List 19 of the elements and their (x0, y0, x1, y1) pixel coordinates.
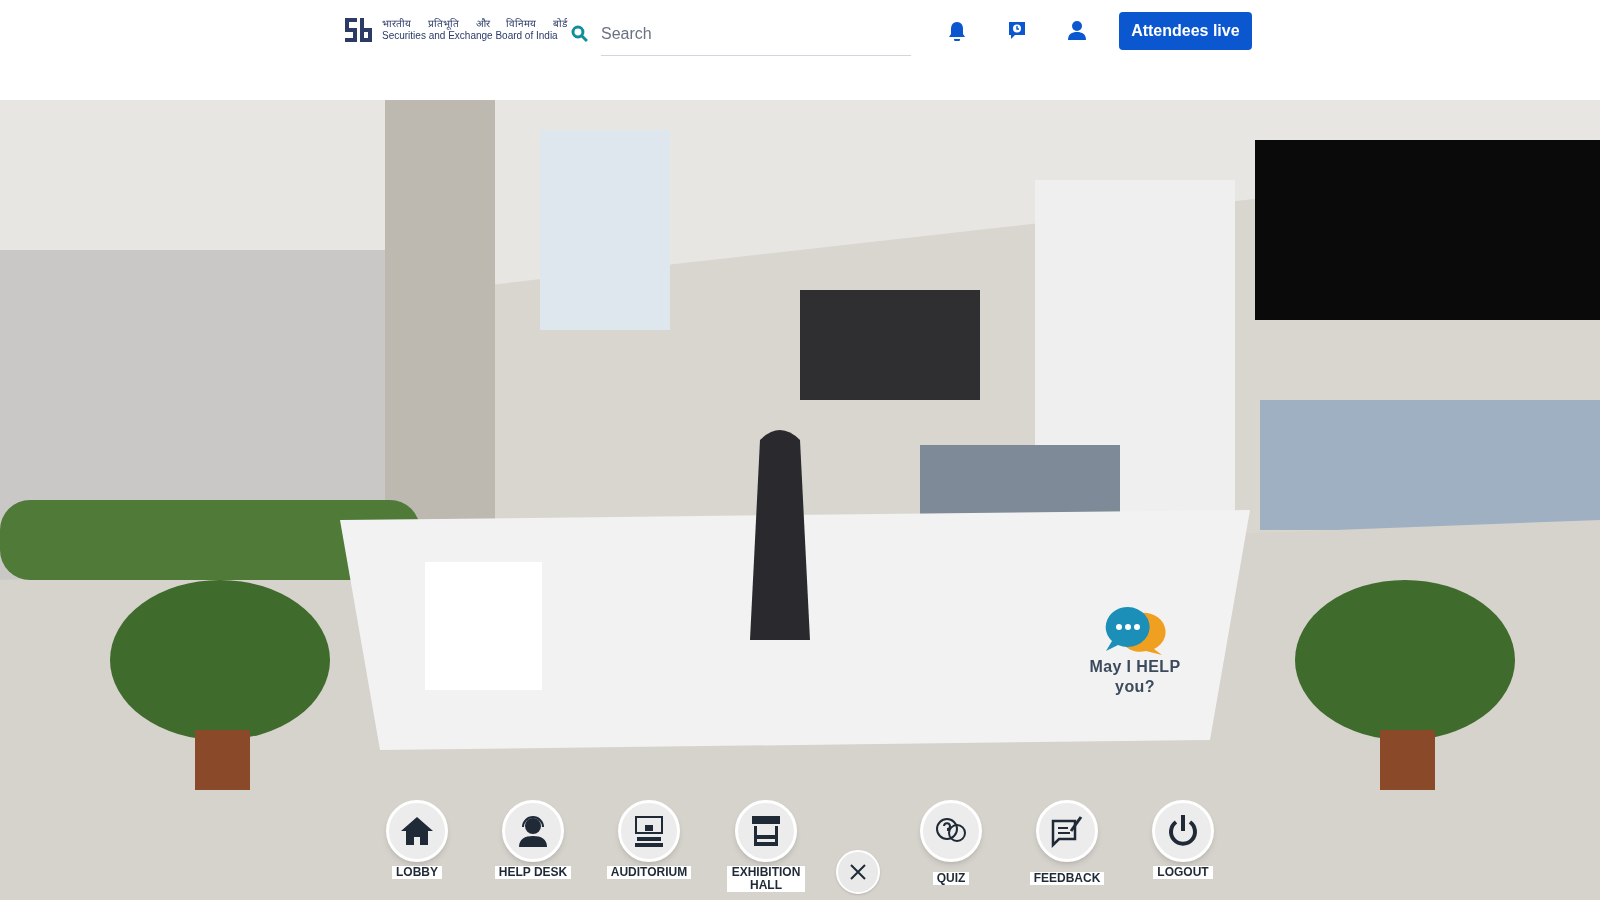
bell-icon[interactable] (947, 19, 968, 41)
logo-icon (344, 16, 374, 44)
nav-label[interactable]: LOBBY (392, 866, 442, 879)
chat-bubbles-icon (1104, 605, 1166, 657)
nav-label[interactable]: EXHIBITION HALL (727, 866, 805, 892)
help-prompt-text[interactable]: May I HELP you? (1080, 657, 1190, 697)
nav-label[interactable]: LOGOUT (1153, 866, 1213, 879)
logo-hindi-text: भारतीय प्रतिभूति और विनिमय बोर्ड (382, 17, 568, 30)
search-icon (571, 25, 589, 43)
nav-label[interactable]: AUDITORIUM (606, 866, 692, 879)
nav-label[interactable]: HELP DESK (494, 866, 572, 879)
logo-english-text: Securities and Exchange Board of India (382, 30, 559, 43)
close-icon (849, 863, 867, 881)
chat-clock-icon[interactable] (1007, 19, 1028, 41)
nav-label[interactable]: FEEDBACK (1029, 872, 1105, 885)
user-icon[interactable] (1067, 19, 1088, 41)
nav-label[interactable]: QUIZ (932, 872, 970, 885)
search-field[interactable]: Search (601, 12, 912, 56)
attendees-live-button[interactable]: Attendees live (1119, 12, 1252, 50)
